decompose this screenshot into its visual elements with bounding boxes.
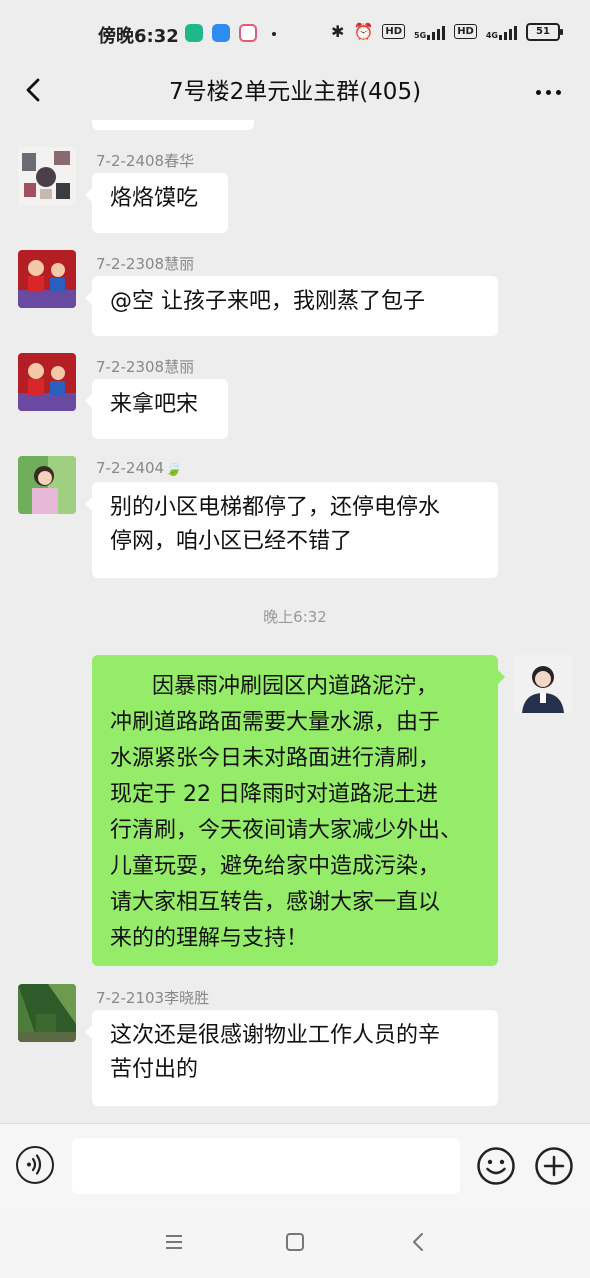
plus-icon[interactable]: [534, 1146, 574, 1186]
message-bubble[interactable]: 这次还是很感谢物业工作人员的辛 苦付出的: [85, 1010, 498, 1106]
battery-indicator: 51: [526, 22, 563, 41]
message-line: 冲刷道路路面需要大量水源，由于: [110, 710, 441, 735]
app-notification-icon: [212, 24, 230, 42]
message-bubble[interactable]: @空 让孩子来吧，我刚蒸了包子: [85, 276, 498, 336]
sender-name: 7-2-2404🍃: [96, 459, 183, 477]
status-bar: 傍晚6:32 ✱ ⏰ HD 5G HD 4G 51: [0, 0, 590, 64]
bluetooth-icon: ✱: [331, 22, 345, 41]
sender-name: 7-2-2408春华: [96, 152, 195, 170]
hd-badge: HD: [454, 24, 477, 39]
avatar[interactable]: [18, 984, 76, 1042]
timestamp-label: 晚上6:32: [263, 608, 327, 626]
signal-4g: 4G: [486, 24, 517, 40]
app-notification-icon: [185, 24, 203, 42]
message-line: 苦付出的: [110, 1057, 199, 1082]
more-dots-icon[interactable]: [528, 72, 568, 112]
sender-name: 7-2-2308慧丽: [96, 358, 195, 376]
hd-badge: HD: [382, 24, 406, 39]
avatar[interactable]: [18, 456, 76, 514]
message-list[interactable]: 7-2-2408春华 烙烙馍吃 7-2-2308慧丽 @空 让孩子来吧，我刚蒸了…: [0, 120, 590, 1123]
avatar[interactable]: [18, 353, 76, 411]
voice-icon[interactable]: [16, 1146, 54, 1184]
message-line: 因暴雨冲刷园区内道路泥泞，: [110, 674, 438, 699]
message-bubble[interactable]: 来拿吧宋: [85, 379, 228, 439]
message-line: 现定于 22 日降雨时对道路泥土进: [110, 782, 438, 807]
self-avatar[interactable]: [514, 655, 572, 713]
message-bubble[interactable]: 别的小区电梯都停了，还停电停水 停网，咱小区已经不错了: [85, 482, 498, 578]
message-input[interactable]: [72, 1138, 460, 1194]
message-line: 这次还是很感谢物业工作人员的辛: [110, 1023, 441, 1048]
chat-title: 7号楼2单元业主群(405): [168, 79, 422, 105]
avatar[interactable]: [18, 250, 76, 308]
home-icon[interactable]: [282, 1229, 308, 1255]
message-line: 行清刷，今天夜间请大家减少外出、: [110, 818, 463, 843]
message-line: 别的小区电梯都停了，还停电停水: [110, 495, 441, 520]
message-line: 儿童玩耍，避免给家中造成污染，: [110, 854, 441, 879]
back-arrow-icon[interactable]: [16, 70, 56, 110]
status-time: 傍晚6:32: [98, 26, 179, 47]
sender-name: 7-2-2103李晓胜: [96, 989, 210, 1007]
sender-name: 7-2-2308慧丽: [96, 255, 195, 273]
back-icon[interactable]: [406, 1229, 432, 1255]
message-line: 请大家相互转告，感谢大家一直以: [110, 890, 441, 915]
message-line: 停网，咱小区已经不错了: [110, 529, 353, 554]
message-input-bar: [0, 1123, 590, 1208]
message-bubble-self[interactable]: 因暴雨冲刷园区内道路泥泞， 冲刷道路路面需要大量水源，由于 水源紧张今日未对路面…: [92, 655, 505, 966]
menu-icon[interactable]: [161, 1229, 187, 1255]
emoji-icon[interactable]: [476, 1146, 516, 1186]
system-nav-bar: [0, 1207, 590, 1278]
message-bubble[interactable]: 烙烙馍吃: [85, 173, 228, 233]
message-line: 来的的理解与支持！: [110, 926, 309, 951]
avatar[interactable]: [18, 147, 76, 205]
chat-header: 7号楼2单元业主群(405): [0, 64, 590, 120]
signal-5g: 5G: [414, 24, 446, 40]
message-bubble-partial: [92, 120, 254, 130]
more-notifications-dot: [272, 32, 276, 36]
app-notification-icon: [239, 24, 257, 42]
message-line: 水源紧张今日未对路面进行清刷，: [110, 746, 441, 771]
alarm-icon: ⏰: [353, 22, 374, 41]
